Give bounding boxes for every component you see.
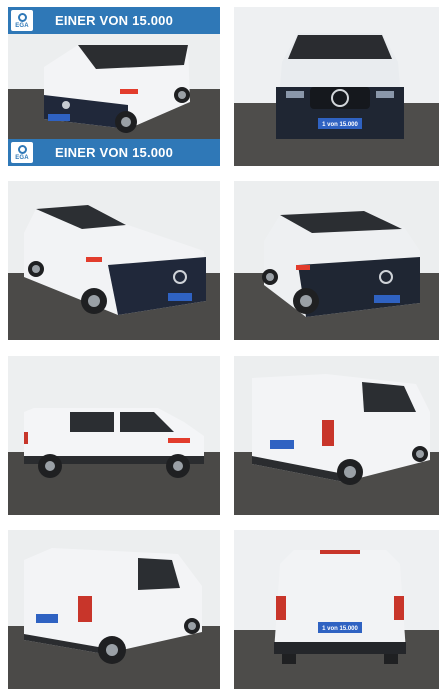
van-rear-right-image — [234, 356, 439, 515]
promo-banner-bottom: EGA EINER VON 15.000 — [8, 139, 220, 166]
ega-logo: EGA — [11, 10, 33, 31]
van-front-image: 1 von 15.000 — [234, 7, 439, 166]
banner-text: EINER VON 15.000 — [54, 145, 174, 160]
photo-2[interactable]: 1 von 15.000 — [234, 7, 439, 166]
photo-5[interactable] — [8, 356, 220, 515]
photo-1[interactable]: EGA EINER VON 15.000 EGA EINER VON 15.00… — [8, 7, 220, 166]
van-rear-left-image — [8, 530, 220, 689]
photo-6[interactable] — [234, 356, 439, 515]
banner-text: EINER VON 15.000 — [54, 13, 174, 28]
license-plate-text: 1 von 15.000 — [322, 626, 358, 632]
photo-8[interactable]: 1 von 15.000 — [234, 530, 439, 689]
van-left-side-image — [8, 356, 220, 515]
van-rear-image: 1 von 15.000 — [234, 530, 439, 689]
van-front-right-image — [234, 181, 439, 340]
van-front-left-image — [8, 181, 220, 340]
license-plate-text: 1 von 15.000 — [322, 122, 358, 128]
photo-4[interactable] — [234, 181, 439, 340]
ega-logo: EGA — [11, 142, 33, 163]
photo-3[interactable] — [8, 181, 220, 340]
photo-7[interactable] — [8, 530, 220, 689]
promo-banner-top: EGA EINER VON 15.000 — [8, 7, 220, 34]
